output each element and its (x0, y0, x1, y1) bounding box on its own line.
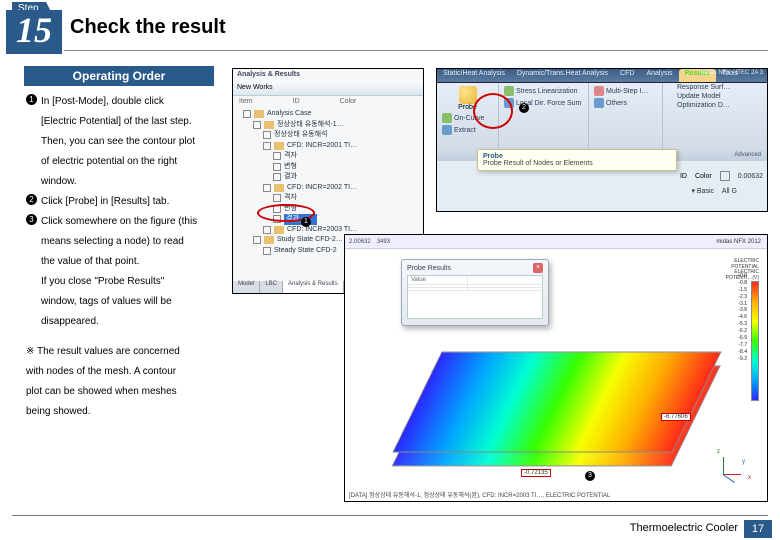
tree-node[interactable]: 결과 (243, 172, 419, 183)
contour-plot[interactable] (392, 351, 721, 452)
optimization-button[interactable]: Optimization D… (675, 101, 763, 110)
close-icon[interactable]: × (533, 263, 543, 273)
instr-text: [Electric Potential] of the last step. (41, 112, 192, 132)
ribbon-lower-bar: ID Color 0.00632 (680, 171, 763, 181)
contour-toolbar[interactable]: 2.00632 3493 (345, 235, 767, 249)
tab-analysis[interactable]: Analysis (640, 69, 678, 82)
instr-text: window, tags of values will be (41, 292, 172, 312)
legend-bar (751, 281, 759, 401)
color-legend: ELECTRIC POTENTIAL ELECTRIC POTENTI…(V) … (717, 259, 759, 401)
ribbon-right-group: Response Surf… Update Model Optimization… (675, 83, 763, 110)
bullet-3: 3 (26, 214, 37, 225)
tab-model[interactable]: Model (233, 281, 260, 293)
app-banner: midas NFX 2012 (716, 239, 761, 245)
tab-cfd[interactable]: CFD (614, 69, 640, 82)
page-number: 17 (744, 520, 772, 538)
col-id: ID (293, 98, 300, 105)
doc-title: Thermoelectric Cooler (630, 522, 738, 534)
instruction-list: 1 In [Post-Mode], double click [Electric … (26, 92, 226, 422)
callout-1: 1 (301, 217, 311, 227)
tree-toolbar[interactable]: New Works (233, 80, 423, 96)
callout-3: 3 (585, 471, 595, 481)
instr-text: disappeared. (41, 312, 99, 332)
axes-triad: z x y (717, 451, 747, 481)
update-model-button[interactable]: Update Model (675, 92, 763, 101)
tree-columns: Item ID Color (233, 96, 423, 107)
step-number: 15 (6, 10, 62, 54)
probe-tag[interactable]: -6.77606 (661, 413, 691, 421)
annotation-ellipse (473, 93, 513, 129)
tree-title: Analysis & Results (233, 69, 423, 80)
col-item: Item (239, 98, 253, 105)
bullet-2: 2 (26, 194, 37, 205)
instr-text: window. (41, 172, 77, 192)
local-dir-button[interactable]: Local Dir. Force Sum (504, 98, 583, 108)
callout-2: 2 (519, 103, 529, 113)
probe-tooltip: Probe Probe Result of Nodes or Elements (477, 149, 677, 171)
title-divider (64, 50, 768, 51)
stress-lin-button[interactable]: Stress Linearization (504, 86, 583, 96)
tree-node[interactable]: Analysis Case (243, 109, 419, 120)
tree-node[interactable]: 정상상태 유동해석 (243, 130, 419, 141)
probe-icon (459, 86, 477, 104)
instr-text: If you close "Probe Results" (41, 272, 164, 292)
operating-order-heading: Operating Order (24, 66, 214, 86)
legend-ticks: +0.0-0.8-1.5 -2.3-3.1-3.8 -4.6-5.3-6.2 -… (737, 273, 747, 363)
probe-grid[interactable]: Value (407, 275, 543, 319)
tree-node[interactable]: 격자 (243, 193, 419, 204)
head-val-1: 2.00632 (349, 239, 371, 245)
tab-lbc[interactable]: LBC (260, 281, 283, 293)
tree-node[interactable]: CFD: INCR=2002 TI… (243, 183, 419, 194)
tree-node[interactable]: CFD: INCR=2001 TI… (243, 141, 419, 152)
basic-dropdown[interactable]: ▾ Basic All G (691, 187, 737, 195)
app-logo: midas NFX - ITEC 2A 3 (701, 70, 763, 76)
axis-x-label: x (748, 475, 751, 481)
note-text: with nodes of the mesh. A contour (26, 362, 176, 382)
contour-panel: 2.00632 3493 Probe Results × Value ELECT… (344, 234, 768, 502)
ribbon-panel: Static/Heat Analysis Dynamic/Trans.Heat … (436, 68, 768, 212)
id-label: ID (680, 173, 687, 180)
bullet-1: 1 (26, 94, 37, 105)
others-button[interactable]: Others (594, 98, 657, 108)
col-color: Color (340, 98, 357, 105)
instr-text: the value of that point. (41, 252, 139, 272)
probe-window-title: Probe Results (407, 265, 451, 272)
instr-text: of electric potential on the right (41, 152, 177, 172)
probe-tag[interactable]: -0.72135 (521, 469, 551, 477)
color-swatch[interactable] (720, 171, 730, 181)
tab-dynamic[interactable]: Dynamic/Trans.Heat Analysis (511, 69, 614, 82)
axis-y-label: y (742, 459, 745, 465)
note-text: being showed. (26, 402, 91, 422)
tab-static[interactable]: Static/Heat Analysis (437, 69, 511, 82)
instr-text: Then, you can see the contour plot (41, 132, 195, 152)
head-val-2: 3493 (377, 239, 390, 245)
footer-divider (12, 515, 768, 516)
tooltip-title: Probe (483, 153, 671, 160)
tree-node[interactable]: 격자 (243, 151, 419, 162)
probe-value: 0.00632 (738, 173, 763, 180)
response-surf-button[interactable]: Response Surf… (675, 83, 763, 92)
instr-text: Click [Probe] in [Results] tab. (41, 192, 169, 212)
instr-text: Click somewhere on the figure (this (41, 212, 197, 232)
instr-text: In [Post-Mode], double click (41, 92, 164, 112)
contour-data-path: [DATA] 정상상태 유동해석-1, 정상상태 유동해석(완), CFD: I… (349, 490, 610, 499)
instr-text: means selecting a node) to read (41, 232, 184, 252)
axis-z-label: z (717, 449, 720, 455)
grid-head: Value (408, 276, 468, 284)
tree-node[interactable]: 변형 (243, 162, 419, 173)
tooltip-body: Probe Result of Nodes or Elements (483, 160, 671, 167)
probe-results-window[interactable]: Probe Results × Value (401, 259, 549, 326)
tab-analysis-results[interactable]: Analysis & Results (283, 281, 344, 293)
note-text: ※ The result values are concerned (26, 342, 180, 362)
tree-node[interactable]: 정상상태 유동해석-1… (243, 120, 419, 131)
page-title: Check the result (70, 16, 226, 39)
note-text: plot can be showed when meshes (26, 382, 177, 402)
multistep-button[interactable]: Multi-Step I… (594, 86, 657, 96)
color-label: Color (695, 173, 712, 180)
